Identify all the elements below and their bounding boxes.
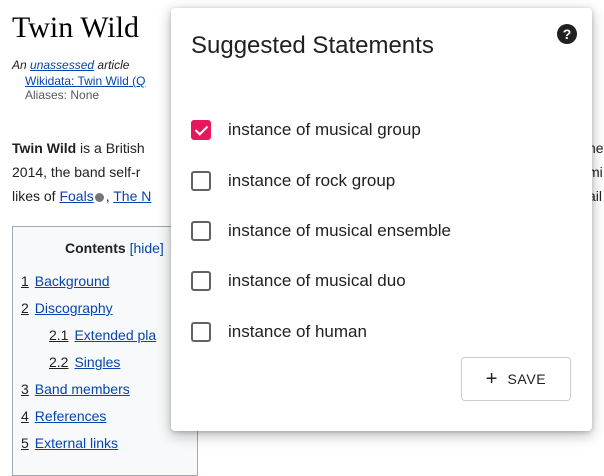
save-label: SAVE bbox=[507, 371, 547, 387]
aliases-text: Aliases: None bbox=[25, 88, 100, 102]
checkbox-unchecked[interactable] bbox=[191, 171, 211, 191]
toc-hide-toggle[interactable]: [hide] bbox=[130, 240, 164, 256]
option-musical-duo[interactable]: instance of musical duo bbox=[191, 267, 551, 295]
toc-item-singles[interactable]: 2.2 Singles bbox=[49, 353, 120, 371]
wikidata-line: Wikidata: Twin Wild (Q bbox=[25, 74, 145, 88]
toc-item-discography[interactable]: 2 Discography bbox=[21, 299, 113, 317]
option-musical-ensemble[interactable]: instance of musical ensemble bbox=[191, 217, 551, 245]
option-label: instance of musical duo bbox=[228, 271, 406, 290]
article-paragraph-line-2: 2014, the band self-r bbox=[12, 164, 141, 180]
toc-item-background[interactable]: 1 Background bbox=[21, 272, 110, 290]
checkbox-checked[interactable] bbox=[191, 120, 211, 140]
option-label: instance of rock group bbox=[228, 171, 396, 190]
option-label: instance of musical group bbox=[228, 120, 421, 139]
save-button[interactable]: + SAVE bbox=[461, 357, 571, 401]
wikidata-qid-link[interactable]: (Q bbox=[129, 74, 145, 88]
foals-link[interactable]: Foals bbox=[59, 188, 93, 204]
option-musical-group[interactable]: instance of musical group bbox=[191, 116, 551, 144]
option-label: instance of human bbox=[228, 322, 367, 341]
article-title: Twin Wild bbox=[12, 11, 139, 44]
question-circle-icon[interactable]: ? bbox=[557, 24, 577, 44]
toc-item-extended-plays[interactable]: 2.1 Extended pla bbox=[49, 326, 156, 344]
unassessed-link[interactable]: unassessed bbox=[30, 58, 94, 72]
preview-dot-icon bbox=[94, 193, 104, 202]
toc-item-external-links[interactable]: 5 External links bbox=[21, 434, 118, 452]
option-label: instance of musical ensemble bbox=[228, 221, 452, 240]
toc-item-references[interactable]: 4 References bbox=[21, 407, 106, 425]
option-human[interactable]: instance of human bbox=[191, 318, 551, 346]
dialog-title: Suggested Statements bbox=[191, 32, 434, 59]
plus-icon: + bbox=[485, 368, 498, 390]
wikidata-link[interactable]: Wikidata: Twin Wild bbox=[25, 74, 129, 88]
article-paragraph-line-1: Twin Wild is a British bbox=[12, 140, 145, 156]
toc-item-band-members[interactable]: 3 Band members bbox=[21, 380, 130, 398]
suggested-statements-dialog: Suggested Statements ? instance of music… bbox=[171, 8, 592, 431]
checkbox-unchecked[interactable] bbox=[191, 271, 211, 291]
article-paragraph-line-3: likes of Foals, The N bbox=[12, 188, 152, 204]
assessment-line: An unassessed article bbox=[12, 58, 130, 72]
the-n-link[interactable]: The N bbox=[113, 188, 151, 204]
checkbox-unchecked[interactable] bbox=[191, 322, 211, 342]
option-rock-group[interactable]: instance of rock group bbox=[191, 167, 551, 195]
checkbox-unchecked[interactable] bbox=[191, 221, 211, 241]
toc-title: Contents [hide] bbox=[65, 240, 164, 256]
